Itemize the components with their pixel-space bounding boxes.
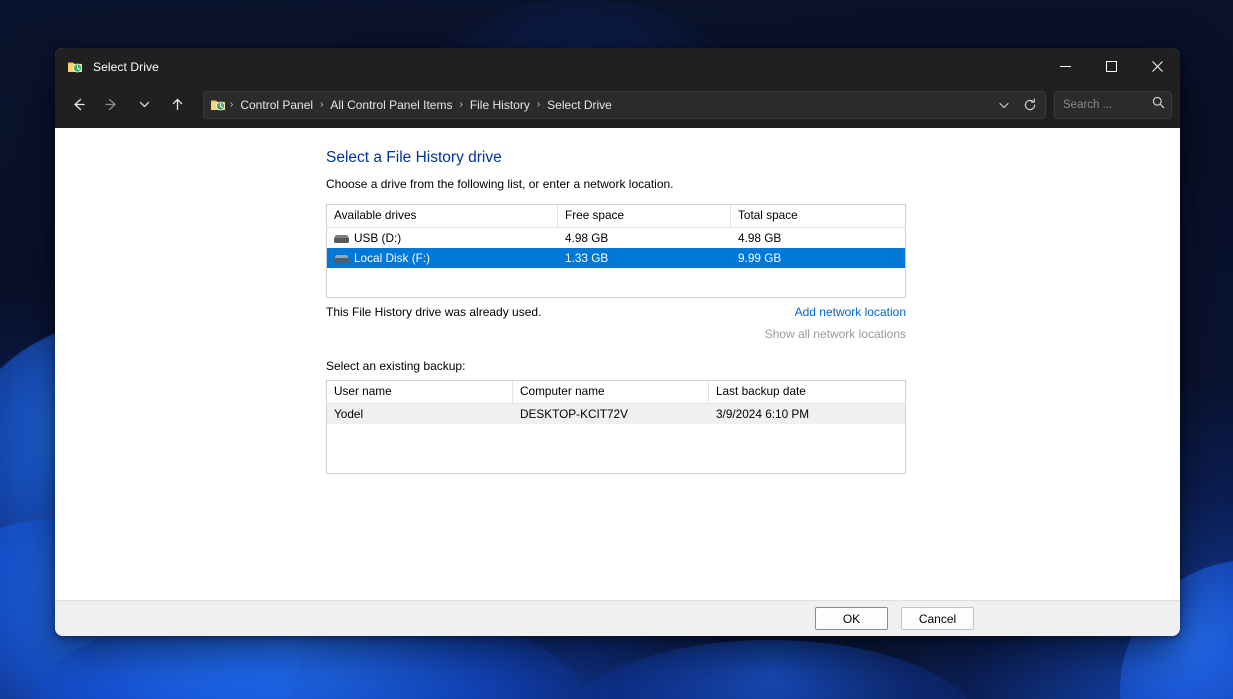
navigation-toolbar: › Control Panel › All Control Panel Item…: [55, 85, 1180, 128]
back-arrow-icon[interactable]: [63, 91, 93, 119]
show-all-network-locations-link[interactable]: Show all network locations: [765, 327, 906, 341]
table-row[interactable]: USB (D:) 4.98 GB 4.98 GB: [327, 228, 905, 248]
search-box[interactable]: [1054, 91, 1172, 119]
window-titlebar: Select Drive: [55, 48, 1180, 85]
select-drive-window: Select Drive: [55, 48, 1180, 636]
network-links-row: This File History drive was already used…: [326, 305, 906, 347]
breadcrumb-separator: ›: [318, 99, 325, 110]
desktop-background: Select Drive: [0, 0, 1233, 699]
close-button[interactable]: [1134, 48, 1180, 85]
column-header-computer-name[interactable]: Computer name: [513, 381, 709, 403]
backup-user-name: Yodel: [327, 407, 513, 421]
search-icon[interactable]: [1152, 96, 1165, 114]
file-history-folder-icon: [67, 59, 83, 75]
cancel-button[interactable]: Cancel: [901, 607, 974, 630]
breadcrumb-item-all-control-panel-items[interactable]: All Control Panel Items: [325, 95, 457, 115]
drive-name: USB (D:): [354, 231, 401, 245]
column-header-total-space[interactable]: Total space: [731, 205, 905, 227]
backup-computer-name: DESKTOP-KCIT72V: [513, 407, 709, 421]
forward-arrow-icon[interactable]: [96, 91, 126, 119]
available-drives-listview[interactable]: Available drives Free space Total space …: [326, 204, 906, 298]
address-bar[interactable]: › Control Panel › All Control Panel Item…: [203, 91, 1046, 119]
drive-total-space: 4.98 GB: [731, 231, 905, 245]
column-header-last-backup-date[interactable]: Last backup date: [709, 381, 905, 403]
minimize-button[interactable]: [1042, 48, 1088, 85]
address-bar-actions: [991, 93, 1043, 117]
breadcrumb-item-file-history[interactable]: File History: [465, 95, 535, 115]
drive-already-used-note: This File History drive was already used…: [326, 305, 541, 319]
drives-table-header: Available drives Free space Total space: [327, 205, 905, 228]
dialog-footer: OK Cancel: [55, 600, 1180, 636]
table-row[interactable]: Local Disk (F:) 1.33 GB 9.99 GB: [327, 248, 905, 268]
breadcrumb-separator: ›: [535, 99, 542, 110]
select-existing-backup-label: Select an existing backup:: [326, 359, 926, 373]
breadcrumb-separator: ›: [457, 99, 464, 110]
table-row[interactable]: Yodel DESKTOP-KCIT72V 3/9/2024 6:10 PM: [327, 404, 905, 424]
search-input[interactable]: [1061, 98, 1152, 112]
add-network-location-link[interactable]: Add network location: [795, 305, 906, 319]
window-caption-buttons: [1042, 48, 1180, 85]
breadcrumb-item-control-panel[interactable]: Control Panel: [235, 95, 318, 115]
column-header-free-space[interactable]: Free space: [558, 205, 731, 227]
usb-drive-icon: [334, 233, 349, 244]
up-arrow-icon[interactable]: [162, 91, 192, 119]
drive-free-space: 1.33 GB: [558, 251, 731, 265]
page-title: Select a File History drive: [326, 149, 926, 167]
refresh-icon[interactable]: [1017, 93, 1043, 117]
breadcrumb-item-select-drive[interactable]: Select Drive: [542, 95, 617, 115]
drive-total-space: 9.99 GB: [731, 251, 905, 265]
existing-backups-listview[interactable]: User name Computer name Last backup date…: [326, 380, 906, 474]
address-history-chevron-down-icon[interactable]: [991, 93, 1017, 117]
local-disk-icon: [334, 253, 349, 264]
page-subtitle: Choose a drive from the following list, …: [326, 177, 926, 191]
select-drive-panel: Select a File History drive Choose a dri…: [326, 149, 926, 474]
backup-last-backup-date: 3/9/2024 6:10 PM: [709, 407, 905, 421]
drive-free-space: 4.98 GB: [558, 231, 731, 245]
file-history-folder-icon: [210, 97, 226, 113]
backups-table-header: User name Computer name Last backup date: [327, 381, 905, 404]
column-header-user-name[interactable]: User name: [327, 381, 513, 403]
window-title: Select Drive: [93, 60, 159, 74]
maximize-button[interactable]: [1088, 48, 1134, 85]
column-header-available-drives[interactable]: Available drives: [327, 205, 558, 227]
content-pane: Select a File History drive Choose a dri…: [55, 128, 1180, 600]
drive-name: Local Disk (F:): [354, 251, 430, 265]
recent-locations-chevron-down-icon[interactable]: [129, 91, 159, 119]
ok-button[interactable]: OK: [815, 607, 888, 630]
breadcrumb-separator: ›: [228, 99, 235, 110]
